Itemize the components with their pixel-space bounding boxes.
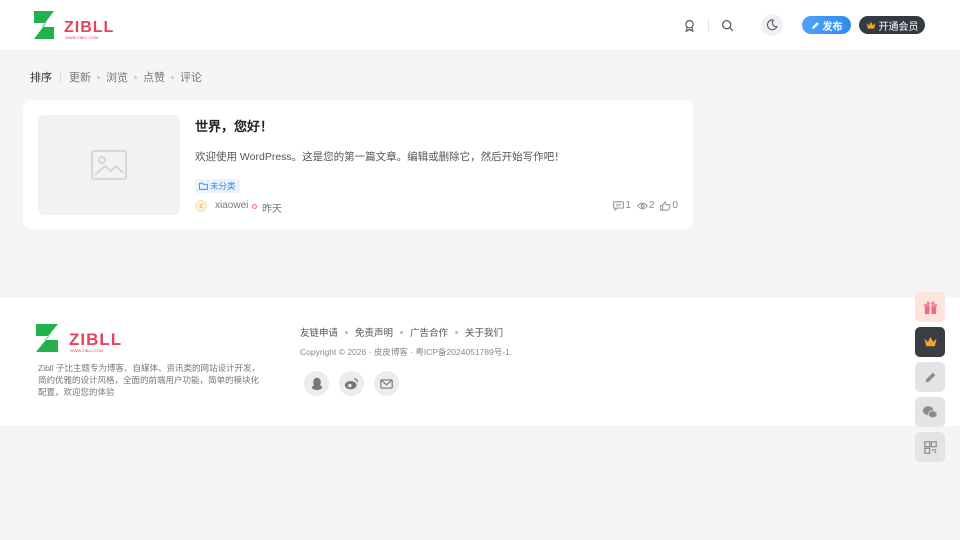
svg-text:ZIBLL: ZIBLL <box>69 330 122 349</box>
sort-bar: 排序 更新 浏览 点赞 评论 <box>30 70 202 84</box>
like-count-value: 0 <box>672 200 678 211</box>
social-links <box>304 371 399 396</box>
copyright: Copyright © 2026 · 皮皮博客 · 粤ICP备202405178… <box>300 347 513 357</box>
publish-label: 发布 <box>822 21 843 33</box>
folder-icon <box>199 182 208 190</box>
footer-dot <box>345 330 349 334</box>
post-thumbnail[interactable] <box>38 115 180 215</box>
comment-icon <box>613 200 625 211</box>
gift-button[interactable] <box>915 292 945 322</box>
moon-icon <box>766 19 778 31</box>
svg-text:ZIBLL: ZIBLL <box>64 19 114 36</box>
footer-dot <box>455 330 459 334</box>
qrcode-button[interactable] <box>915 432 945 462</box>
eye-icon <box>636 202 648 209</box>
svg-text:WWW.ZIBLL.COM: WWW.ZIBLL.COM <box>65 35 98 40</box>
footer-description: Zibll 子比主题专为博客、自媒体、资讯类的网站设计开发，简约优雅的设计风格，… <box>38 363 260 397</box>
sort-option-likes[interactable]: 点赞 <box>143 69 165 85</box>
view-count: 2 <box>636 200 655 211</box>
footer-link-friends[interactable]: 友链申请 <box>300 325 338 339</box>
vip-button[interactable]: 开通会员 <box>859 16 925 34</box>
crown-icon <box>866 21 875 29</box>
footer-links: 友链申请 免责声明 广告合作 关于我们 <box>300 325 503 339</box>
post-title[interactable]: 世界，您好！ <box>195 116 273 135</box>
footer-link-disclaimer[interactable]: 免责声明 <box>355 325 393 339</box>
sort-option-views[interactable]: 浏览 <box>106 69 128 85</box>
view-count-value: 2 <box>648 200 655 211</box>
footer-logo[interactable]: ZIBLL WWW.ZIBLL.COM <box>36 324 136 354</box>
wechat-button[interactable] <box>915 397 945 427</box>
sort-dot <box>171 75 174 79</box>
avatar[interactable]: z <box>195 200 207 212</box>
footer-link-about[interactable]: 关于我们 <box>465 325 503 339</box>
post-excerpt: 欢迎使用 WordPress。这是您的第一篇文章。编辑或删除它，然后开始写作吧！ <box>195 151 565 163</box>
pencil-icon <box>811 21 819 29</box>
sort-dot <box>97 75 100 79</box>
crown-icon <box>924 336 936 347</box>
post-card[interactable]: 世界，您好！ 欢迎使用 WordPress。这是您的第一篇文章。编辑或删除它，然… <box>23 100 693 229</box>
weibo-icon[interactable] <box>339 371 364 396</box>
site-logo[interactable]: ZIBLL WWW.ZIBLL.COM <box>34 11 124 41</box>
mail-icon[interactable] <box>374 371 399 396</box>
sort-option-comments[interactable]: 评论 <box>180 69 202 85</box>
vip-label: 开通会员 <box>878 21 919 33</box>
badge-icon[interactable] <box>681 17 697 33</box>
like-count[interactable]: 0 <box>660 200 678 211</box>
sort-title: 排序 <box>30 72 52 84</box>
dark-mode-toggle[interactable] <box>761 14 783 36</box>
pencil-icon <box>925 372 935 382</box>
sort-divider <box>60 71 61 83</box>
category-tag[interactable]: 未分类 <box>195 179 240 193</box>
footer-dot <box>400 330 404 334</box>
svg-text:WWW.ZIBLL.COM: WWW.ZIBLL.COM <box>70 348 103 353</box>
comment-count: 1 <box>613 200 631 211</box>
footer-link-ads[interactable]: 广告合作 <box>410 325 448 339</box>
meta-dot <box>252 204 257 209</box>
qq-icon[interactable] <box>304 371 329 396</box>
comment-count-value: 1 <box>625 200 631 211</box>
category-label: 未分类 <box>210 181 236 191</box>
header-divider <box>708 18 709 32</box>
write-button[interactable] <box>915 362 945 392</box>
gift-icon <box>923 301 937 314</box>
sort-dot <box>134 75 137 79</box>
qrcode-icon <box>923 440 937 454</box>
post-time: 昨天 <box>262 204 282 215</box>
site-footer: ZIBLL WWW.ZIBLL.COM Zibll 子比主题专为博客、自媒体、资… <box>0 298 960 426</box>
site-header: ZIBLL WWW.ZIBLL.COM 发布 开通会员 <box>0 0 960 50</box>
sort-option-update[interactable]: 更新 <box>69 69 91 85</box>
author-name[interactable]: xiaowei <box>215 200 248 211</box>
wechat-icon <box>922 406 938 419</box>
thumbs-up-icon <box>660 200 671 211</box>
publish-button[interactable]: 发布 <box>802 16 851 34</box>
post-stats: 1 2 0 <box>613 200 678 211</box>
search-icon[interactable] <box>719 17 735 33</box>
vip-float-button[interactable] <box>915 327 945 357</box>
image-placeholder-icon <box>91 150 127 180</box>
